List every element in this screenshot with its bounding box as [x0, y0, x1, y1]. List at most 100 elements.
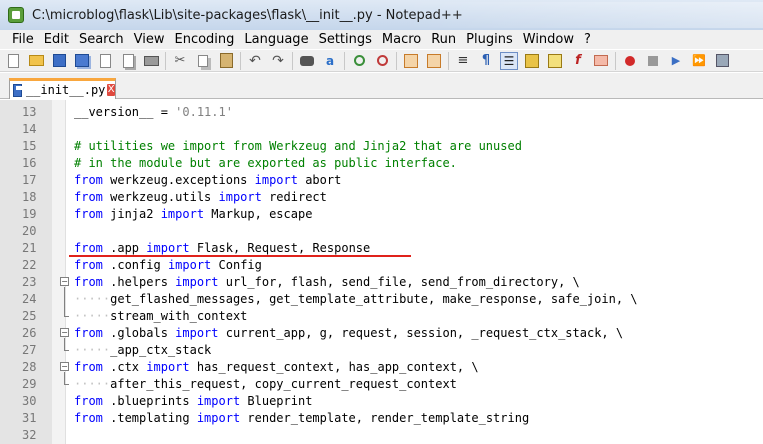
- comment-token: # utilities we import from Werkzeug and …: [74, 139, 522, 153]
- close-icon[interactable]: [96, 52, 114, 70]
- code-token: Markup, escape: [204, 207, 313, 221]
- fold-end: [64, 316, 69, 317]
- code-line[interactable]: 19 from jinja2 import Markup, escape: [0, 206, 763, 223]
- code-line[interactable]: 15 # utilities we import from Werkzeug an…: [0, 138, 763, 155]
- code-editor[interactable]: 13 __version__ = '0.11.1' 14 15 # utilities …: [0, 100, 763, 444]
- keyword-token: from: [74, 394, 103, 408]
- zoom-in-icon[interactable]: [350, 52, 368, 70]
- tab-init-py[interactable]: __init__.py X: [9, 78, 116, 99]
- line-number: 19: [22, 207, 37, 221]
- code-line[interactable]: 13 __version__ = '0.11.1': [0, 104, 763, 121]
- keyword-token: from: [74, 411, 103, 425]
- indent-guide-dots: ·····: [74, 377, 111, 391]
- stop-macro-icon[interactable]: [644, 52, 662, 70]
- line-number: 27: [22, 343, 37, 357]
- find-icon[interactable]: [298, 52, 316, 70]
- play-macro-icon[interactable]: ▶: [667, 52, 685, 70]
- toolbar-separator: [165, 51, 166, 70]
- close-all-icon[interactable]: [119, 52, 137, 70]
- menu-macro[interactable]: Macro: [382, 32, 421, 47]
- line-number: 20: [22, 224, 37, 238]
- udl-icon[interactable]: [523, 52, 541, 70]
- save-macro-icon[interactable]: [713, 52, 731, 70]
- indent-guide-icon[interactable]: ☰: [500, 51, 518, 70]
- code-line[interactable]: 14: [0, 121, 763, 138]
- sync-horizontal-icon[interactable]: [425, 52, 443, 70]
- menu-window[interactable]: Window: [523, 32, 574, 47]
- fold-end: [64, 350, 69, 351]
- print-icon[interactable]: [142, 52, 160, 70]
- code-text: from .helpers import url_for, flash, sen…: [74, 274, 580, 291]
- code-line[interactable]: 18 from werkzeug.utils import redirect: [0, 189, 763, 206]
- folder-workspace-icon[interactable]: [592, 52, 610, 70]
- fold-toggle-icon[interactable]: −: [60, 277, 69, 286]
- run-macro-multiple-icon[interactable]: ⏩: [690, 52, 708, 70]
- fold-toggle-icon[interactable]: −: [60, 362, 69, 371]
- word-wrap-icon[interactable]: ≡: [454, 52, 472, 70]
- code-line[interactable]: 24 ·····get_flashed_messages, get_templat…: [0, 291, 763, 308]
- fold-toggle-icon[interactable]: −: [60, 328, 69, 337]
- new-file-icon[interactable]: [4, 52, 22, 70]
- doc-map-icon[interactable]: [546, 52, 564, 70]
- menu-view[interactable]: View: [134, 32, 165, 47]
- keyword-token: import: [196, 394, 241, 408]
- code-line[interactable]: 31 from .templating import render_templat…: [0, 410, 763, 427]
- replace-icon[interactable]: a: [321, 52, 339, 70]
- line-number: 26: [22, 326, 37, 340]
- code-line[interactable]: 20: [0, 223, 763, 240]
- code-token: url_for, flash, send_file, send_from_dir…: [218, 275, 580, 289]
- toolbar-separator: [240, 51, 241, 70]
- keyword-token: from: [74, 360, 103, 374]
- save-all-icon[interactable]: [73, 52, 91, 70]
- paste-icon[interactable]: [217, 52, 235, 70]
- menu-run[interactable]: Run: [431, 32, 456, 47]
- code-token: .globals: [102, 326, 176, 340]
- code-text: ·····_app_ctx_stack: [74, 342, 211, 359]
- menu-help[interactable]: ?: [584, 32, 591, 47]
- code-line[interactable]: 26 from .globals import current_app, g, r…: [0, 325, 763, 342]
- code-token: abort: [297, 173, 342, 187]
- menu-encoding[interactable]: Encoding: [174, 32, 234, 47]
- menu-file[interactable]: File: [12, 32, 34, 47]
- code-line[interactable]: 28 from .ctx import has_request_context, …: [0, 359, 763, 376]
- line-number: 24: [22, 292, 37, 306]
- notepadpp-app-icon[interactable]: [8, 7, 24, 23]
- code-line[interactable]: 30 from .blueprints import Blueprint: [0, 393, 763, 410]
- line-number: 16: [22, 156, 37, 170]
- line-number: 17: [22, 173, 37, 187]
- copy-icon[interactable]: [194, 52, 212, 70]
- function-list-icon[interactable]: f: [569, 52, 587, 70]
- keyword-token: import: [167, 258, 212, 272]
- code-line[interactable]: 25 ·····stream_with_context: [0, 308, 763, 325]
- red-highlight-underline: [69, 255, 411, 257]
- menu-search[interactable]: Search: [79, 32, 124, 47]
- code-line[interactable]: 27 ·····_app_ctx_stack: [0, 342, 763, 359]
- open-file-icon[interactable]: [27, 52, 45, 70]
- menu-bar: File Edit Search View Encoding Language …: [0, 30, 763, 49]
- zoom-out-icon[interactable]: [373, 52, 391, 70]
- code-line[interactable]: 23 from .helpers import url_for, flash, s…: [0, 274, 763, 291]
- code-token: Flask, Request, Response: [189, 241, 371, 255]
- code-line[interactable]: 29 ·····after_this_request, copy_current_…: [0, 376, 763, 393]
- sync-vertical-icon[interactable]: [402, 52, 420, 70]
- code-text: from .templating import render_template,…: [74, 410, 529, 427]
- menu-edit[interactable]: Edit: [44, 32, 69, 47]
- save-icon[interactable]: [50, 52, 68, 70]
- toolbar-separator: [292, 51, 293, 70]
- record-macro-icon[interactable]: [621, 52, 639, 70]
- code-line[interactable]: 17 from werkzeug.exceptions import abort: [0, 172, 763, 189]
- code-line[interactable]: 22 from .config import Config: [0, 257, 763, 274]
- menu-plugins[interactable]: Plugins: [466, 32, 513, 47]
- redo-icon[interactable]: ↷: [269, 52, 287, 70]
- code-line[interactable]: 16 # in the module but are exported as pu…: [0, 155, 763, 172]
- fold-guide: [64, 338, 65, 350]
- tab-close-icon[interactable]: X: [107, 84, 115, 96]
- code-token: render_template, render_template_string: [240, 411, 530, 425]
- undo-icon[interactable]: ↶: [246, 52, 264, 70]
- code-line[interactable]: 32: [0, 427, 763, 444]
- keyword-token: import: [146, 360, 190, 374]
- menu-settings[interactable]: Settings: [319, 32, 372, 47]
- show-all-chars-icon[interactable]: ¶: [477, 52, 495, 70]
- cut-icon[interactable]: ✂: [171, 52, 189, 70]
- menu-language[interactable]: Language: [244, 32, 308, 47]
